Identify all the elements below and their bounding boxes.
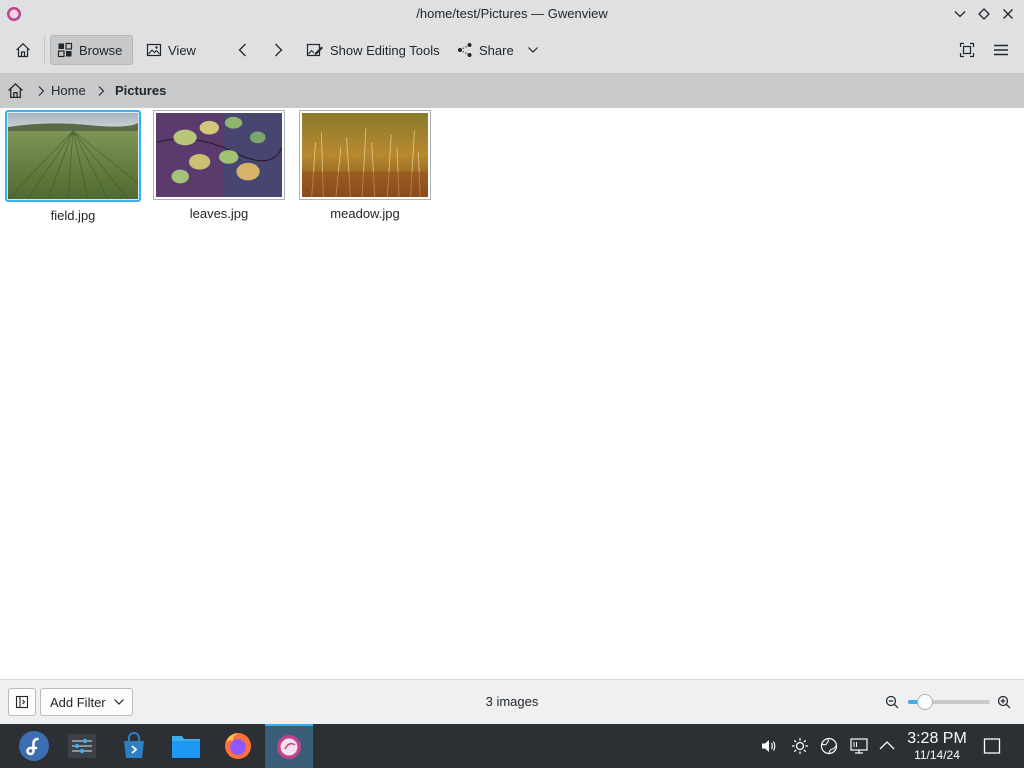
window-title: /home/test/Pictures — Gwenview — [416, 6, 608, 21]
clock-date: 11/14/24 — [914, 748, 960, 762]
chevron-right-icon — [275, 43, 283, 57]
system-settings-icon — [68, 734, 96, 758]
zoom-slider[interactable] — [908, 694, 990, 710]
network-globe-icon — [820, 737, 838, 755]
chevron-up-icon — [879, 741, 895, 750]
discover-store-button[interactable] — [110, 724, 158, 768]
fullscreen-icon — [959, 42, 975, 58]
home-icon — [8, 83, 23, 99]
share-label: Share — [479, 42, 514, 58]
close-button[interactable] — [998, 4, 1018, 24]
add-filter-button[interactable]: Add Filter — [40, 688, 133, 716]
thumbnail-view[interactable]: field.jpg leaves.jpg meadow.jpg — [0, 108, 1024, 679]
breadcrumb-item-home[interactable]: Home — [51, 73, 86, 108]
chevron-down-icon — [527, 47, 538, 53]
system-settings-button[interactable] — [58, 724, 106, 768]
thumbnail-frame — [5, 110, 141, 202]
show-editing-tools-label: Show Editing Tools — [330, 42, 440, 58]
device-tray-button[interactable] — [849, 736, 869, 756]
close-icon — [1003, 9, 1013, 19]
thumbnail-label: leaves.jpg — [189, 206, 249, 221]
thumbnail-frame — [299, 110, 431, 200]
thumbnail-leaves[interactable]: leaves.jpg — [150, 110, 288, 221]
network-tray-button[interactable] — [819, 736, 839, 756]
main-toolbar: Browse View Show Editing Tools Share — [0, 28, 1024, 73]
show-editing-tools-button[interactable]: Show Editing Tools — [300, 35, 446, 65]
status-bar: Add Filter 3 images — [0, 679, 1024, 724]
chevron-right-icon — [98, 86, 105, 96]
image-edit-icon — [306, 43, 323, 57]
zoom-slider-handle[interactable] — [917, 694, 934, 710]
breadcrumb-root-button[interactable] — [7, 82, 24, 102]
grid-icon — [57, 42, 73, 58]
chevron-left-icon — [238, 43, 246, 57]
previous-button[interactable] — [230, 35, 258, 65]
image-icon — [146, 43, 162, 57]
maximize-button[interactable] — [974, 4, 994, 24]
browse-button[interactable]: Browse — [50, 35, 133, 65]
share-icon — [458, 43, 472, 57]
fedora-launcher-icon — [19, 731, 49, 761]
firefox-button[interactable] — [214, 724, 262, 768]
volume-icon — [762, 740, 776, 752]
thumbnail-frame — [153, 110, 285, 200]
app-launcher-button[interactable] — [10, 724, 58, 768]
discover-store-icon — [124, 732, 144, 758]
diamond-icon — [978, 8, 990, 20]
clock[interactable]: 3:28 PM 11/14/24 — [900, 730, 974, 762]
volume-tray-button[interactable] — [759, 736, 779, 756]
sidebar-toggle-icon — [15, 695, 29, 709]
file-manager-icon — [172, 736, 200, 758]
title-bar: /home/test/Pictures — Gwenview — [0, 0, 1024, 28]
taskbar: 3:28 PM 11/14/24 — [0, 724, 1024, 768]
next-button[interactable] — [264, 35, 292, 65]
leaves-image — [156, 113, 282, 197]
zoom-in-icon — [997, 695, 1011, 709]
chevron-right-icon — [38, 86, 45, 96]
minimize-button[interactable] — [950, 4, 970, 24]
brightness-icon — [792, 738, 808, 754]
clock-time: 3:28 PM — [907, 730, 967, 747]
brightness-tray-button[interactable] — [790, 736, 810, 756]
home-button[interactable] — [8, 35, 38, 65]
chevron-down-icon — [114, 699, 124, 705]
zoom-out-button[interactable] — [885, 695, 899, 712]
show-desktop-icon — [983, 738, 1001, 754]
breadcrumb: Home Pictures — [0, 73, 1024, 108]
breadcrumb-item-pictures[interactable]: Pictures — [115, 73, 166, 108]
wired-network-icon — [850, 738, 868, 754]
share-button[interactable]: Share — [451, 35, 546, 65]
thumbnail-label: meadow.jpg — [330, 206, 400, 221]
thumbnail-field[interactable]: field.jpg — [4, 110, 142, 223]
zoom-in-button[interactable] — [997, 695, 1011, 712]
file-manager-button[interactable] — [162, 724, 210, 768]
home-icon — [16, 42, 30, 58]
field-image — [8, 113, 138, 199]
toolbar-separator — [44, 36, 45, 64]
browse-label: Browse — [79, 42, 123, 58]
thumbnail-label: field.jpg — [50, 208, 96, 223]
gwenview-icon — [277, 735, 301, 759]
add-filter-label: Add Filter — [50, 694, 106, 710]
view-label: View — [168, 42, 196, 58]
chevron-down-icon — [954, 11, 966, 18]
hamburger-menu-icon — [994, 44, 1008, 56]
show-hidden-tray-button[interactable] — [877, 736, 897, 756]
show-desktop-button[interactable] — [982, 736, 1002, 756]
firefox-icon — [225, 733, 251, 759]
thumbnail-meadow[interactable]: meadow.jpg — [296, 110, 434, 221]
hamburger-menu-button[interactable] — [986, 35, 1016, 65]
zoom-out-icon — [885, 695, 899, 709]
fullscreen-button[interactable] — [952, 35, 982, 65]
meadow-image — [302, 113, 428, 197]
gwenview-task-button[interactable] — [265, 724, 313, 768]
image-count: 3 images — [485, 694, 539, 709]
toggle-sidebar-button[interactable] — [8, 688, 36, 716]
view-button[interactable]: View — [140, 35, 202, 65]
